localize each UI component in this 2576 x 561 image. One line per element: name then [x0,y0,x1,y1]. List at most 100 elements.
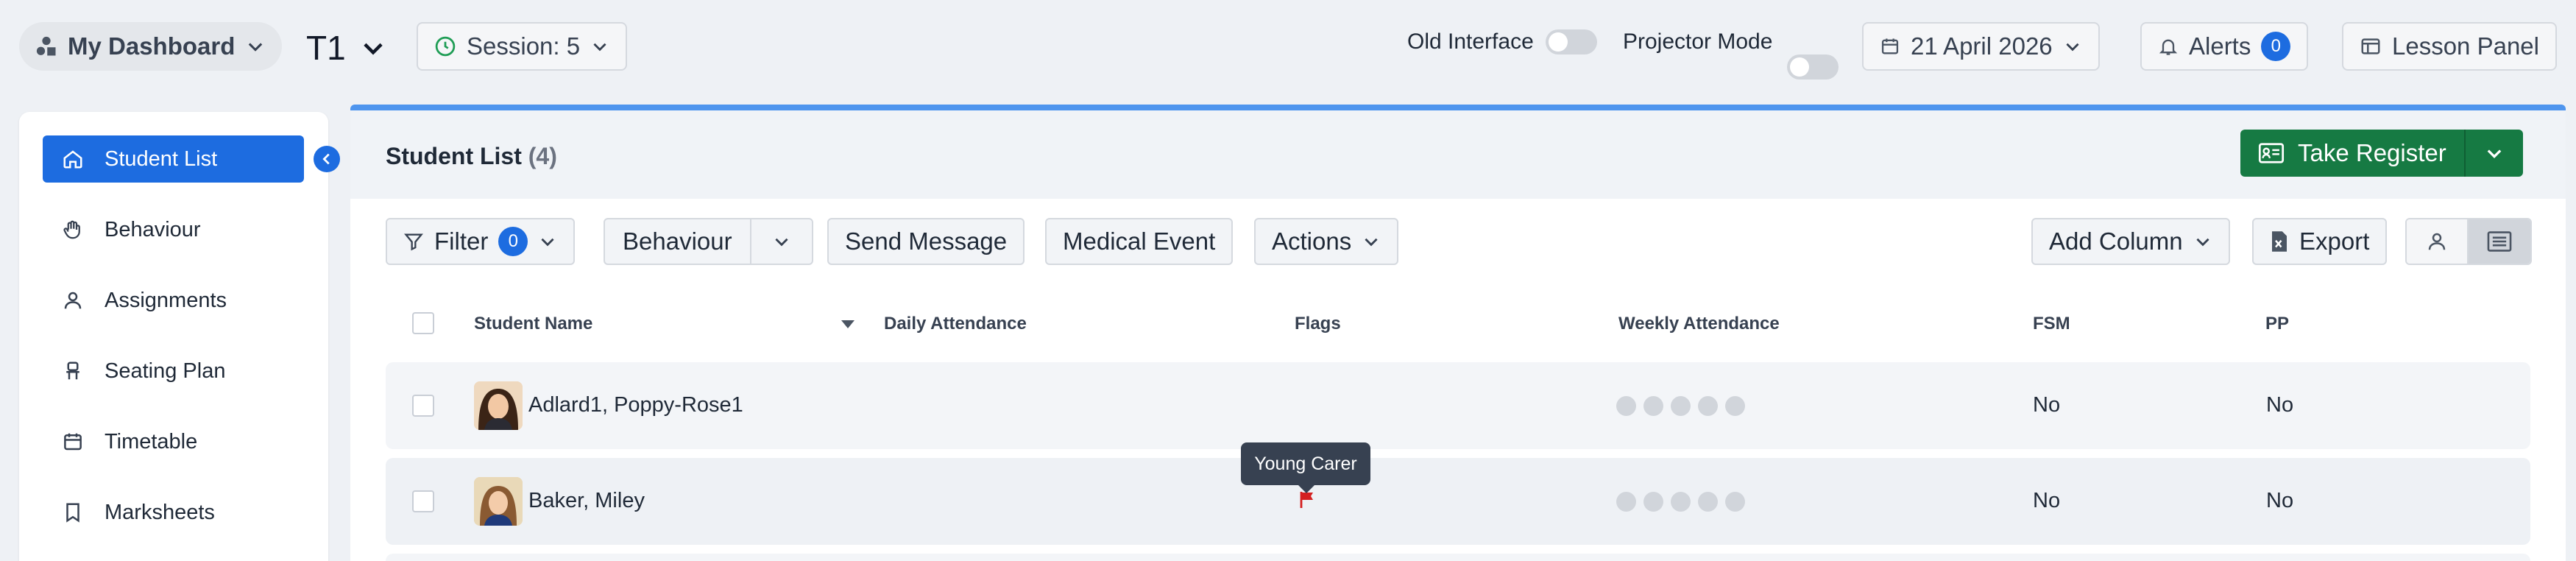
row-checkbox[interactable] [412,490,434,512]
sidebar-item-timetable[interactable]: Timetable [43,418,304,465]
avatar [474,477,523,526]
bookmark-icon [62,501,84,523]
sidebar-item-student-list[interactable]: Student List [43,135,304,183]
select-all-checkbox[interactable] [412,312,434,334]
lesson-panel-label: Lesson Panel [2392,32,2539,60]
avatar [474,381,523,430]
column-header-fsm[interactable]: FSM [2033,314,2070,334]
pp-value: No [2266,489,2294,512]
medical-event-label: Medical Event [1063,227,1216,255]
attendance-dot [1616,396,1636,416]
behaviour-button[interactable]: Behaviour [605,219,750,264]
take-register-dropdown[interactable] [2463,130,2523,177]
attendance-dot [1616,492,1636,512]
medical-event-button[interactable]: Medical Event [1045,218,1234,265]
calendar-icon [1880,36,1900,57]
sidebar-item-marksheets[interactable]: Marksheets [43,489,304,536]
flag-tooltip: Young Carer [1241,442,1370,485]
projector-mode-label: Projector Mode [1623,29,1773,54]
session-selector[interactable]: Session: 5 [417,22,628,71]
chevron-down-icon [2063,37,2082,56]
actions-button[interactable]: Actions [1254,218,1399,265]
table-row[interactable]: Adlard1, Poppy-Rose1 No No [386,362,2530,449]
sidebar-item-behaviour[interactable]: Behaviour [43,206,304,253]
list-view-button[interactable] [2467,219,2530,264]
chevron-down-icon [2484,143,2505,163]
alerts-button[interactable]: Alerts 0 [2140,22,2309,71]
chair-icon [62,360,84,382]
chevron-down-icon [1362,232,1381,251]
behaviour-dropdown[interactable] [749,219,812,264]
student-name[interactable]: Baker, Miley [528,489,645,513]
attendance-dot [1725,396,1745,416]
panel-header [350,110,2566,199]
collapse-sidebar-button[interactable] [314,146,340,172]
column-header-pp[interactable]: PP [2265,314,2289,334]
projector-mode-toggle[interactable] [1787,54,1839,80]
user-icon [62,289,84,311]
dashboard-selector[interactable]: My Dashboard [19,22,283,71]
column-header-daily-attendance[interactable]: Daily Attendance [884,314,1027,334]
take-register-label: Take Register [2298,139,2446,166]
behaviour-label: Behaviour [623,227,732,255]
column-header-flags[interactable]: Flags [1295,314,1341,334]
clock-icon [434,35,456,57]
chevron-left-icon [319,151,335,167]
filter-icon [403,231,424,252]
sidebar: Student List Behaviour Assignments Seati… [19,112,328,561]
column-header-weekly-attendance[interactable]: Weekly Attendance [1618,314,1780,334]
row-checkbox[interactable] [412,395,434,417]
student-name[interactable]: Adlard1, Poppy-Rose1 [528,393,743,417]
attendance-dot [1643,396,1663,416]
card-view-button[interactable] [2407,219,2467,264]
weekly-attendance-dots [1616,396,1745,416]
lesson-panel-button[interactable]: Lesson Panel [2342,22,2557,71]
list-icon [2487,230,2512,253]
tooltip-text: Young Carer [1254,453,1357,474]
send-message-label: Send Message [845,227,1008,255]
table-row[interactable] [386,554,2530,561]
add-column-button[interactable]: Add Column [2031,218,2230,265]
filter-button[interactable]: Filter 0 [386,218,576,265]
send-message-button[interactable]: Send Message [827,218,1025,265]
date-selector[interactable]: 21 April 2026 [1862,22,2100,71]
sidebar-item-label: Behaviour [105,217,201,241]
export-label: Export [2299,227,2370,255]
add-column-label: Add Column [2049,227,2183,255]
take-register-button[interactable]: Take Register [2240,130,2464,177]
table-row[interactable]: Baker, Miley No No [386,458,2530,545]
old-interface-label: Old Interface [1407,29,1534,54]
take-register-group: Take Register [2240,130,2523,177]
chevron-down-icon [2193,232,2212,251]
calendar-icon [62,431,84,453]
session-label: Session: 5 [467,32,581,60]
attendance-dot [1671,492,1691,512]
filter-count-badge: 0 [498,227,528,256]
sidebar-item-label: Assignments [105,288,227,312]
attendance-dot [1725,492,1745,512]
column-header-student-name[interactable]: Student Name [474,314,592,334]
hand-icon [62,219,84,241]
actions-label: Actions [1272,227,1352,255]
attendance-dot [1698,492,1718,512]
term-selector[interactable]: T1 [306,25,387,71]
page-title: Student List (4) [386,143,557,170]
home-icon [62,148,84,170]
alerts-count-badge: 0 [2261,32,2291,61]
user-icon [2426,230,2448,253]
old-interface-toggle[interactable] [1546,29,1597,54]
chevron-down-icon [772,232,791,251]
id-card-icon [2258,142,2285,164]
filter-label: Filter [434,227,489,255]
sort-desc-icon[interactable] [839,317,857,331]
excel-file-icon [2270,230,2289,253]
sidebar-item-label: Timetable [105,429,198,454]
sidebar-item-label: Seating Plan [105,359,226,383]
fsm-value: No [2033,489,2061,512]
behaviour-button-group: Behaviour [604,218,813,265]
view-toggle-group [2405,218,2532,265]
sidebar-item-assignments[interactable]: Assignments [43,277,304,324]
export-button[interactable]: Export [2252,218,2388,265]
attendance-dot [1671,396,1691,416]
sidebar-item-seating-plan[interactable]: Seating Plan [43,347,304,395]
